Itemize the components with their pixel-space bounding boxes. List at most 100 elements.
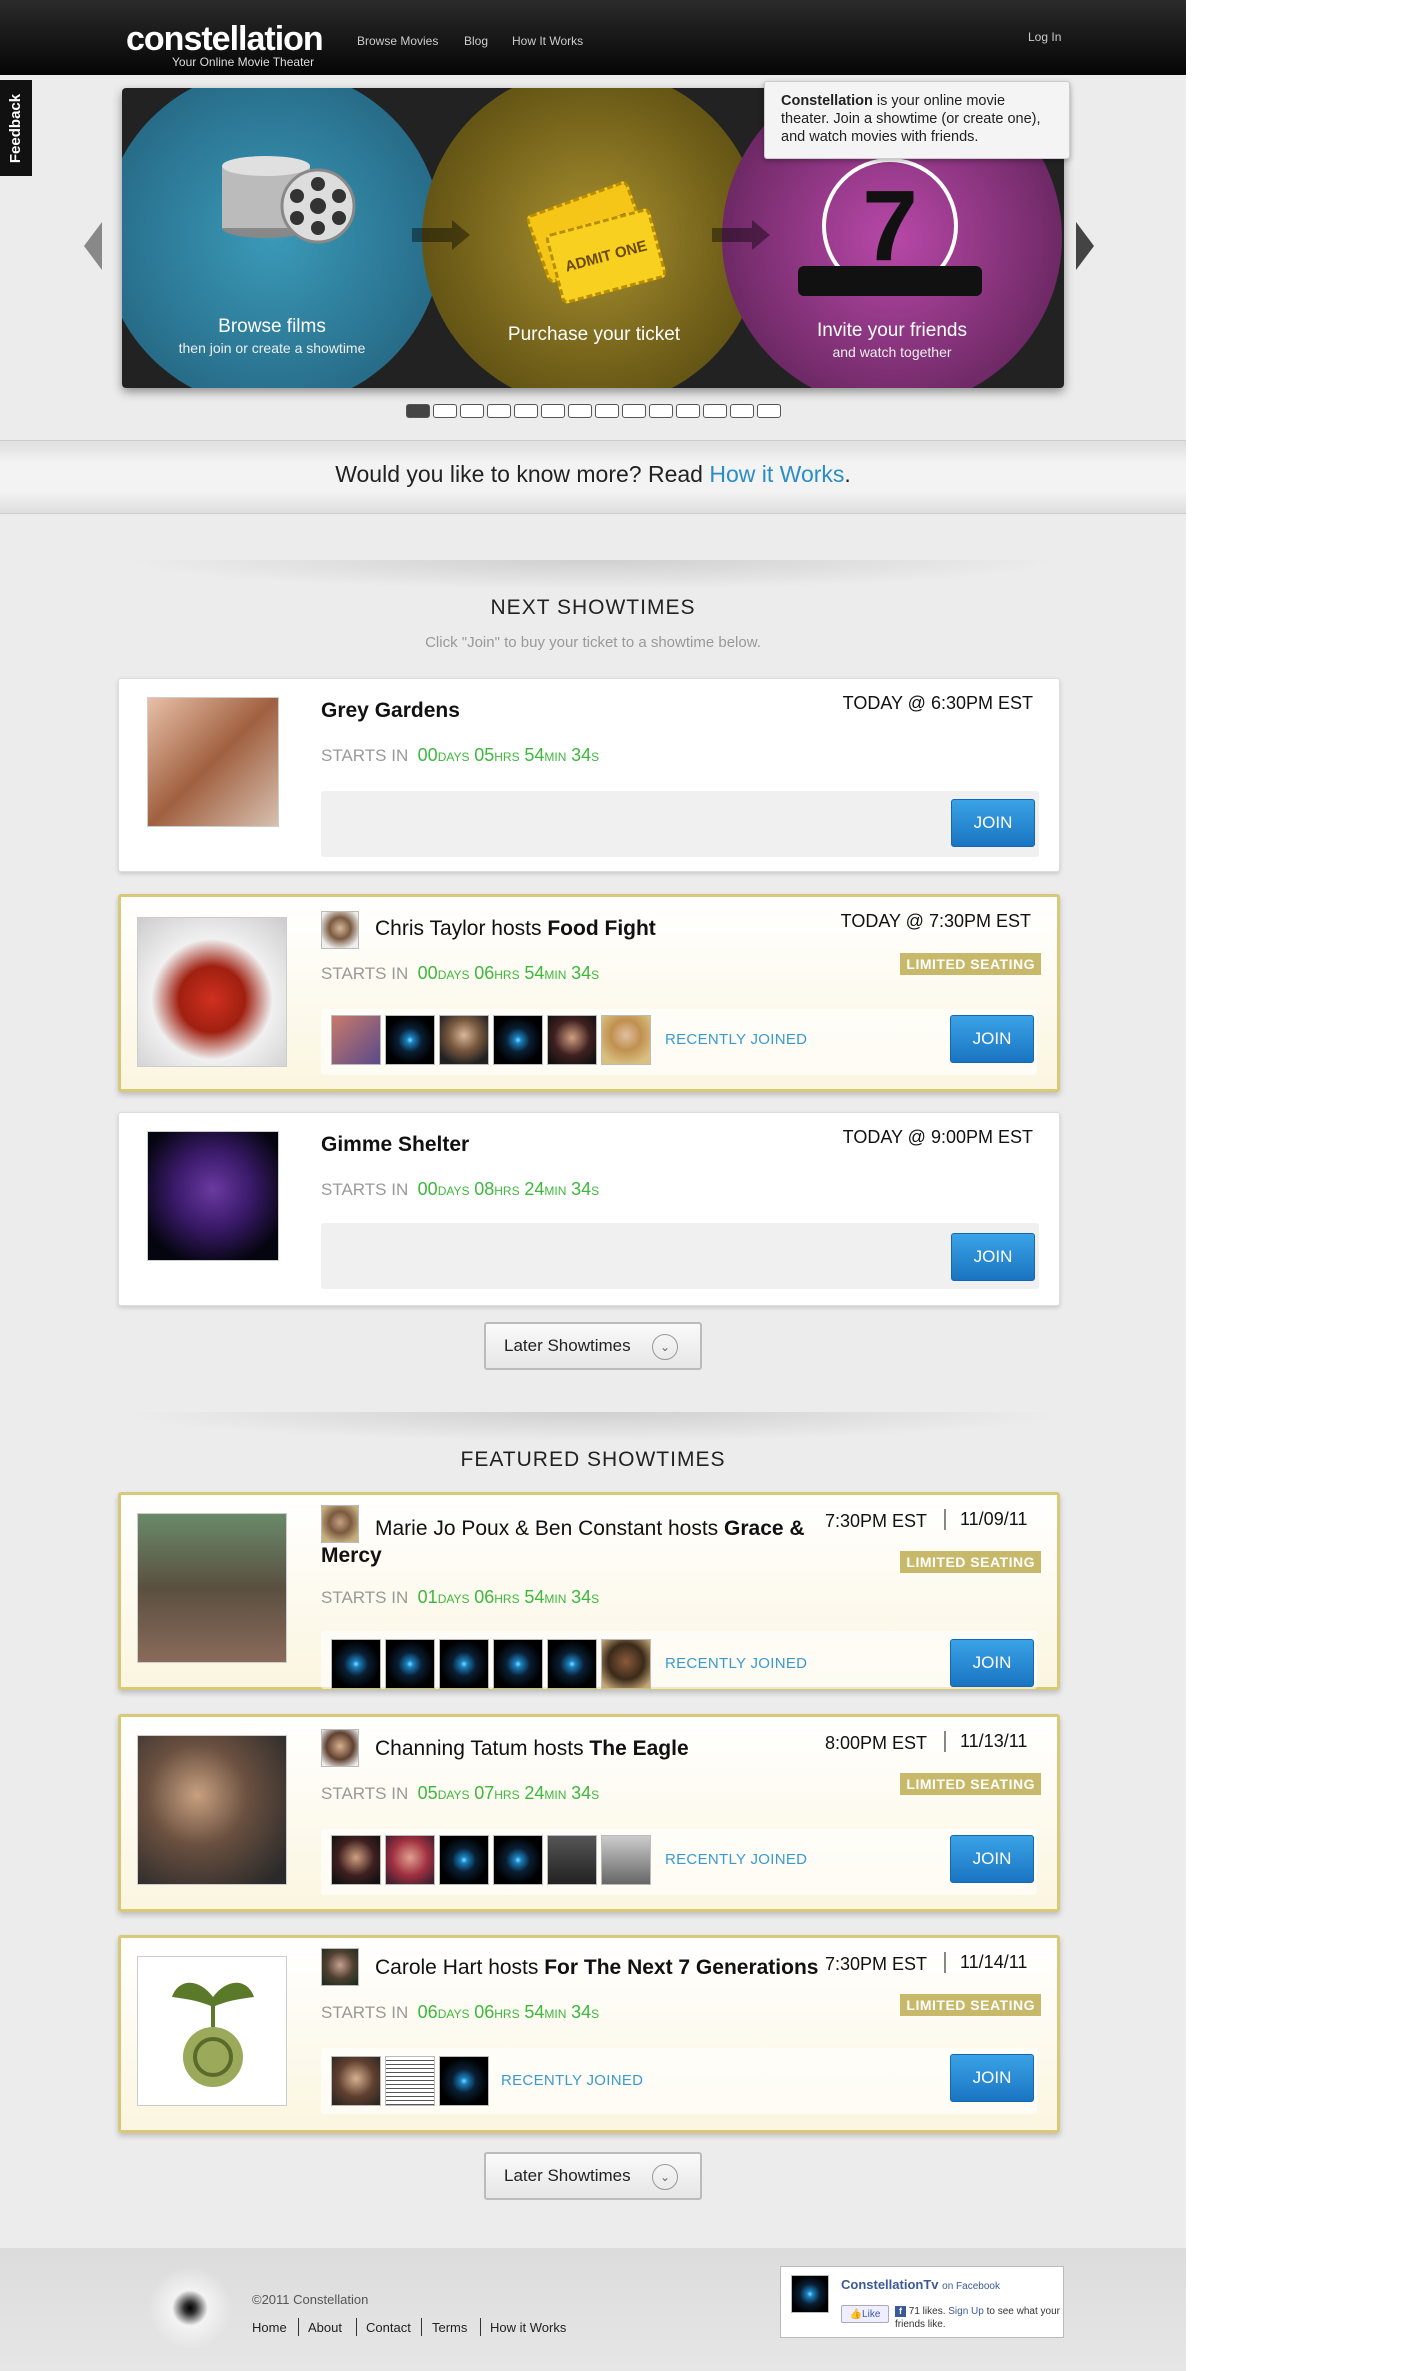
carousel-pagination[interactable] bbox=[406, 404, 781, 418]
joiner-avatar[interactable] bbox=[331, 1639, 381, 1689]
film-title[interactable]: Grey Gardens bbox=[321, 699, 460, 722]
joiner-avatar[interactable] bbox=[493, 1835, 543, 1885]
carousel-dot[interactable] bbox=[541, 404, 565, 418]
poster-gimme-shelter[interactable] bbox=[147, 1131, 279, 1261]
showtime-date: 11/13/11 bbox=[944, 1731, 1027, 1752]
featured-card-the-eagle[interactable]: Channing Tatum hosts The Eagle 8:00PM ES… bbox=[118, 1714, 1060, 1912]
recently-joined-label[interactable]: RECENTLY JOINED bbox=[665, 1655, 807, 1672]
carousel-dot[interactable] bbox=[406, 404, 430, 418]
recently-joined-label[interactable]: RECENTLY JOINED bbox=[501, 2072, 643, 2089]
recently-joined-label[interactable]: RECENTLY JOINED bbox=[665, 1031, 807, 1048]
showtime-card-grey-gardens[interactable]: Grey Gardens TODAY @ 6:30PM EST STARTS I… bbox=[118, 678, 1060, 872]
joiner-avatar[interactable] bbox=[331, 2056, 381, 2106]
facebook-page-avatar[interactable] bbox=[791, 2275, 829, 2313]
showtime-card-gimme-shelter[interactable]: Gimme Shelter TODAY @ 9:00PM EST STARTS … bbox=[118, 1112, 1060, 1306]
poster-grey-gardens[interactable] bbox=[147, 697, 279, 827]
countdown-days: 05 bbox=[417, 1783, 438, 1803]
recently-joined-label[interactable]: RECENTLY JOINED bbox=[665, 1851, 807, 1868]
film-title[interactable]: The Eagle bbox=[589, 1737, 688, 1760]
facebook-like-button[interactable]: 👍 Like bbox=[841, 2305, 889, 2323]
joiner-avatar[interactable] bbox=[385, 1835, 435, 1885]
how-it-works-link[interactable]: How it Works bbox=[709, 461, 844, 487]
countdown-days: 01 bbox=[417, 1587, 438, 1607]
footer-link-home[interactable]: Home bbox=[252, 2320, 287, 2335]
film-title[interactable]: Gimme Shelter bbox=[321, 1133, 469, 1156]
host-avatar[interactable] bbox=[321, 1729, 359, 1767]
showtime-time: TODAY @ 7:30PM EST bbox=[840, 911, 1031, 931]
footer-separator bbox=[356, 2318, 357, 2336]
joiner-avatar[interactable] bbox=[547, 1015, 597, 1065]
login-link[interactable]: Log In bbox=[1028, 30, 1061, 44]
showtime-card-food-fight[interactable]: Chris Taylor hosts Food Fight TODAY @ 7:… bbox=[118, 894, 1060, 1092]
carousel-dot[interactable] bbox=[730, 404, 754, 418]
joiner-avatar[interactable] bbox=[385, 2056, 435, 2106]
join-button[interactable]: JOIN bbox=[950, 1639, 1034, 1687]
showtime-time: 7:30PM EST bbox=[825, 1511, 928, 1531]
top-navigation-bar: constellation Your Online Movie Theater … bbox=[0, 0, 1186, 75]
join-button[interactable]: JOIN bbox=[950, 2054, 1034, 2102]
joiner-avatar[interactable] bbox=[385, 1015, 435, 1065]
unit-hrs: HRS bbox=[494, 2007, 520, 2021]
carousel-dot[interactable] bbox=[757, 404, 781, 418]
logo[interactable]: constellation bbox=[126, 20, 324, 59]
featured-card-next-7-generations[interactable]: Carole Hart hosts For The Next 7 Generat… bbox=[118, 1935, 1060, 2133]
carousel-dot[interactable] bbox=[433, 404, 457, 418]
joiner-avatar[interactable] bbox=[331, 1835, 381, 1885]
joiner-avatar[interactable] bbox=[331, 1015, 381, 1065]
footer-link-terms[interactable]: Terms bbox=[432, 2320, 467, 2335]
film-title[interactable]: Food Fight bbox=[547, 917, 655, 940]
joiner-avatar[interactable] bbox=[601, 1835, 651, 1885]
poster-next-7-generations[interactable] bbox=[137, 1956, 287, 2106]
countdown-days: 00 bbox=[417, 745, 438, 765]
joiner-avatar[interactable] bbox=[493, 1015, 543, 1065]
nav-how-it-works[interactable]: How It Works bbox=[512, 34, 583, 48]
joiner-avatar[interactable] bbox=[547, 1835, 597, 1885]
join-button[interactable]: JOIN bbox=[950, 1015, 1034, 1063]
joiner-avatar[interactable] bbox=[439, 1639, 489, 1689]
hero-step-2-title: Purchase your ticket bbox=[507, 324, 681, 345]
poster-grace-mercy[interactable] bbox=[137, 1513, 287, 1663]
poster-food-fight[interactable] bbox=[137, 917, 287, 1067]
carousel-prev-arrow-icon[interactable] bbox=[84, 222, 102, 270]
joiner-avatar[interactable] bbox=[493, 1639, 543, 1689]
join-button[interactable]: JOIN bbox=[950, 1835, 1034, 1883]
joiner-avatar[interactable] bbox=[601, 1015, 651, 1065]
recent-joiners bbox=[331, 1015, 651, 1065]
carousel-dot[interactable] bbox=[703, 404, 727, 418]
joiner-avatar[interactable] bbox=[439, 1835, 489, 1885]
host-avatar[interactable] bbox=[321, 911, 359, 949]
joiner-avatar[interactable] bbox=[439, 1015, 489, 1065]
joiner-avatar[interactable] bbox=[385, 1639, 435, 1689]
carousel-dot[interactable] bbox=[460, 404, 484, 418]
carousel-next-arrow-icon[interactable] bbox=[1076, 222, 1094, 270]
fb-signup-link[interactable]: Sign Up bbox=[948, 2306, 984, 2317]
nav-browse-movies[interactable]: Browse Movies bbox=[357, 34, 438, 48]
carousel-dot[interactable] bbox=[676, 404, 700, 418]
join-button[interactable]: JOIN bbox=[951, 1233, 1035, 1281]
join-button[interactable]: JOIN bbox=[951, 799, 1035, 847]
footer-link-about[interactable]: About bbox=[308, 2320, 342, 2335]
featured-card-grace-mercy[interactable]: Marie Jo Poux & Ben Constant hosts Grace… bbox=[118, 1492, 1060, 1690]
chevron-down-icon: ⌄ bbox=[652, 2164, 678, 2190]
joiner-avatar[interactable] bbox=[439, 2056, 489, 2106]
carousel-dot[interactable] bbox=[622, 404, 646, 418]
starts-in-label: STARTS IN bbox=[321, 964, 409, 983]
facebook-page-name[interactable]: ConstellationTv on Facebook bbox=[841, 2277, 1000, 2292]
poster-the-eagle[interactable] bbox=[137, 1735, 287, 1885]
carousel-dot[interactable] bbox=[487, 404, 511, 418]
footer-link-contact[interactable]: Contact bbox=[366, 2320, 411, 2335]
carousel-dot[interactable] bbox=[595, 404, 619, 418]
later-showtimes-button[interactable]: Later Showtimes ⌄ bbox=[484, 1322, 702, 1370]
later-showtimes-button[interactable]: Later Showtimes ⌄ bbox=[484, 2152, 702, 2200]
host-avatar[interactable] bbox=[321, 1948, 359, 1986]
feedback-tab[interactable]: Feedback bbox=[0, 80, 32, 176]
nav-blog[interactable]: Blog bbox=[464, 34, 488, 48]
joiner-avatar[interactable] bbox=[601, 1639, 651, 1689]
footer-separator bbox=[421, 2318, 422, 2336]
film-title[interactable]: For The Next 7 Generations bbox=[544, 1956, 818, 1979]
carousel-dot[interactable] bbox=[514, 404, 538, 418]
footer-link-how-it-works[interactable]: How it Works bbox=[490, 2320, 566, 2335]
carousel-dot[interactable] bbox=[568, 404, 592, 418]
carousel-dot[interactable] bbox=[649, 404, 673, 418]
joiner-avatar[interactable] bbox=[547, 1639, 597, 1689]
